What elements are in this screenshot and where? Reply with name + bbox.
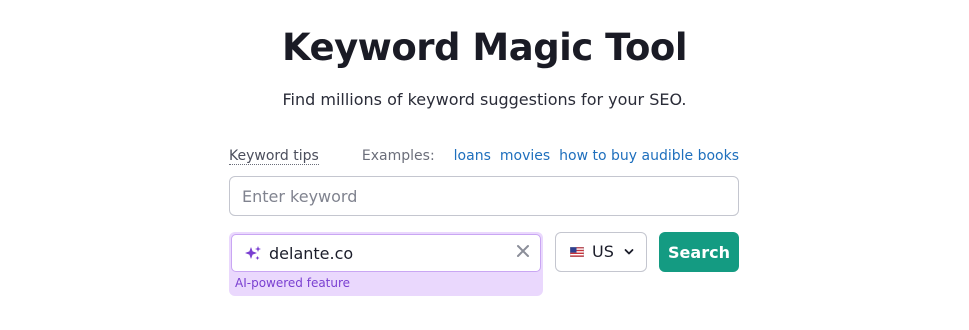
sparkle-icon bbox=[245, 246, 261, 260]
country-select[interactable]: US bbox=[555, 232, 647, 272]
page-title: Keyword Magic Tool bbox=[281, 26, 688, 69]
examples-list: Examples: loans movies how to buy audible b… bbox=[362, 148, 739, 164]
domain-value: delante.co bbox=[269, 244, 354, 263]
example-link-loans[interactable]: loans bbox=[454, 148, 491, 164]
example-link-audible[interactable]: how to buy audible books bbox=[559, 148, 739, 164]
examples-label: Examples: bbox=[361, 148, 435, 164]
example-link-movies[interactable]: movies bbox=[500, 148, 550, 164]
country-label: US bbox=[592, 242, 614, 261]
search-button[interactable]: Search bbox=[659, 232, 739, 272]
keyword-input[interactable] bbox=[229, 176, 739, 216]
us-flag-icon bbox=[570, 247, 584, 257]
clear-icon[interactable] bbox=[516, 244, 530, 258]
domain-input[interactable]: delante.co bbox=[231, 234, 541, 272]
ai-powered-label: AI-powered feature bbox=[235, 276, 351, 290]
keyword-tips-link[interactable]: Keyword tips bbox=[229, 148, 319, 165]
tips-row: Keyword tips Examples: loans movies how to … bbox=[229, 146, 739, 166]
keyword-magic-tool-page: Keyword Magic Tool Find millions of keyw… bbox=[0, 0, 969, 330]
page-subtitle: Find millions of keyword suggestions for… bbox=[282, 90, 687, 109]
ai-domain-field: delante.co AI-powered feature bbox=[229, 232, 543, 296]
chevron-down-icon bbox=[624, 249, 634, 255]
